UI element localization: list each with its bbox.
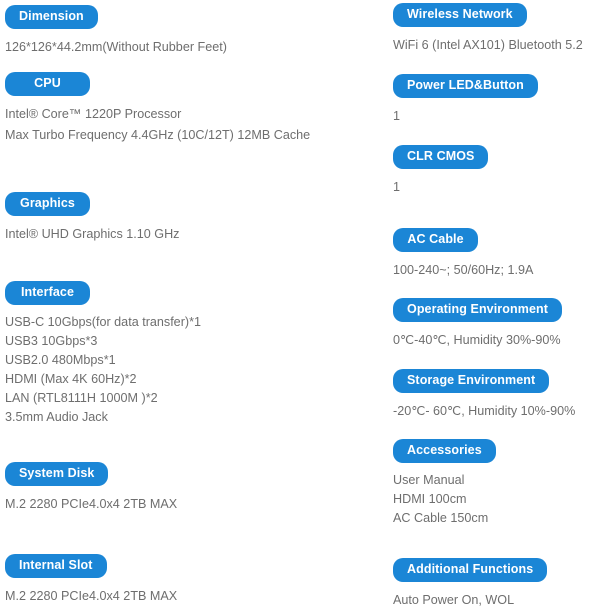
spec-group-clr-cmos: CLR CMOS 1 [388, 145, 489, 198]
spec-sheet: Dimension 126*126*44.2mm(Without Rubber F… [0, 0, 600, 610]
spec-line: AC Cable 150cm [393, 510, 489, 525]
badge-wrap: Internal Slot [5, 554, 177, 578]
spec-line: Intel® Core™ 1220P Processor [5, 106, 182, 121]
badge-wrap: Accessories [393, 439, 496, 463]
spec-lines: Intel® UHD Graphics 1.10 GHz [5, 224, 179, 245]
badge-wrap: AC Cable [393, 228, 533, 252]
section-badge: Storage Environment [393, 369, 550, 393]
spec-group-wireless-network: Wireless Network WiFi 6 (Intel AX101) Blu… [388, 3, 583, 56]
section-badge: Dimension [5, 5, 98, 29]
spec-line: 1 [393, 108, 401, 123]
spec-group-cpu: CPU Intel® Core™ 1220P Processor Max Turbo… [0, 72, 310, 146]
spec-line: HDMI 100cm [393, 491, 467, 506]
spec-line: 100-240~; 50/60Hz; 1.9A [393, 262, 534, 277]
section-badge: Graphics [5, 192, 90, 216]
spec-lines: 126*126*44.2mm(Without Rubber Feet) [5, 37, 227, 58]
badge-wrap: Graphics [5, 192, 179, 216]
spec-group-power-led-button: Power LED&Button 1 [388, 74, 538, 127]
spec-group-dimension: Dimension 126*126*44.2mm(Without Rubber F… [0, 5, 227, 58]
badge-wrap: Dimension [5, 5, 227, 29]
badge-wrap: Operating Environment [393, 298, 563, 322]
spec-lines: User Manual HDMI 100cm AC Cable 150cm [393, 471, 496, 528]
spec-lines: M.2 2280 PCIe4.0x4 2TB MAX [5, 586, 177, 607]
section-badge: AC Cable [393, 228, 478, 252]
spec-group-ac-cable: AC Cable 100-240~; 50/60Hz; 1.9A [388, 228, 533, 281]
spec-line: Max Turbo Frequency 4.4GHz (10C/12T) 12M… [5, 127, 311, 142]
spec-lines: WiFi 6 (Intel AX101) Bluetooth 5.2 [393, 35, 583, 56]
spec-lines: -20℃- 60℃, Humidity 10%-90% [393, 401, 575, 422]
spec-line: USB3 10Gbps*3 [5, 333, 98, 348]
badge-wrap: Additional Functions [393, 558, 548, 582]
section-badge: Operating Environment [393, 298, 563, 322]
spec-group-accessories: Accessories User Manual HDMI 100cm AC Cable… [388, 439, 496, 528]
badge-wrap: Wireless Network [393, 3, 583, 27]
spec-lines: 0℃-40℃, Humidity 30%-90% [393, 330, 562, 351]
spec-line: 3.5mm Audio Jack [5, 409, 108, 424]
badge-wrap: System Disk [5, 462, 177, 486]
spec-line: -20℃- 60℃, Humidity 10%-90% [393, 403, 576, 418]
spec-lines: Auto Power On, WOL [393, 590, 547, 611]
spec-lines: USB-C 10Gbps(for data transfer)*1 USB3 10… [5, 313, 201, 427]
spec-lines: Intel® Core™ 1220P Processor Max Turbo Fr… [5, 104, 310, 146]
spec-group-internal-slot: Internal Slot M.2 2280 PCIe4.0x4 2TB MAX [0, 554, 177, 607]
spec-group-graphics: Graphics Intel® UHD Graphics 1.10 GHz [0, 192, 179, 245]
spec-line: USB-C 10Gbps(for data transfer)*1 [5, 314, 201, 329]
spec-line: USB2.0 480Mbps*1 [5, 352, 116, 367]
spec-line: Intel® UHD Graphics 1.10 GHz [5, 226, 180, 241]
section-badge: Wireless Network [393, 3, 527, 27]
spec-line: User Manual [393, 472, 465, 487]
spec-line: Auto Power On, WOL [393, 592, 515, 607]
section-badge: Interface [5, 281, 90, 305]
spec-lines: 100-240~; 50/60Hz; 1.9A [393, 260, 533, 281]
spec-line: 126*126*44.2mm(Without Rubber Feet) [5, 39, 227, 54]
spec-lines: 1 [393, 177, 488, 198]
section-badge: CPU [5, 72, 90, 96]
spec-lines: 1 [393, 106, 538, 127]
spec-line: HDMI (Max 4K 60Hz)*2 [5, 371, 137, 386]
spec-group-system-disk: System Disk M.2 2280 PCIe4.0x4 2TB MAX [0, 462, 177, 515]
section-badge: Internal Slot [5, 554, 107, 578]
spec-group-storage-environment: Storage Environment -20℃- 60℃, Humidity 1… [388, 369, 575, 422]
badge-wrap: Power LED&Button [393, 74, 538, 98]
badge-wrap: CLR CMOS [393, 145, 489, 169]
spec-group-additional-functions: Additional Functions Auto Power On, WOL [388, 558, 548, 611]
section-badge: CLR CMOS [393, 145, 489, 169]
spec-line: 1 [393, 179, 401, 194]
section-badge: Power LED&Button [393, 74, 538, 98]
spec-lines: M.2 2280 PCIe4.0x4 2TB MAX [5, 494, 177, 515]
badge-wrap: CPU [5, 72, 310, 96]
section-badge: System Disk [5, 462, 109, 486]
section-badge: Additional Functions [393, 558, 548, 582]
spec-line: M.2 2280 PCIe4.0x4 2TB MAX [5, 496, 178, 511]
spec-line: M.2 2280 PCIe4.0x4 2TB MAX [5, 588, 178, 603]
spec-group-interface: Interface USB-C 10Gbps(for data transfer)… [0, 281, 201, 427]
spec-line: 0℃-40℃, Humidity 30%-90% [393, 332, 561, 347]
badge-wrap: Interface [5, 281, 201, 305]
spec-line: LAN (RTL8111H 1000M )*2 [5, 390, 158, 405]
badge-wrap: Storage Environment [393, 369, 575, 393]
section-badge: Accessories [393, 439, 496, 463]
spec-group-operating-environment: Operating Environment 0℃-40℃, Humidity 30… [388, 298, 563, 351]
spec-line: WiFi 6 (Intel AX101) Bluetooth 5.2 [393, 37, 583, 52]
